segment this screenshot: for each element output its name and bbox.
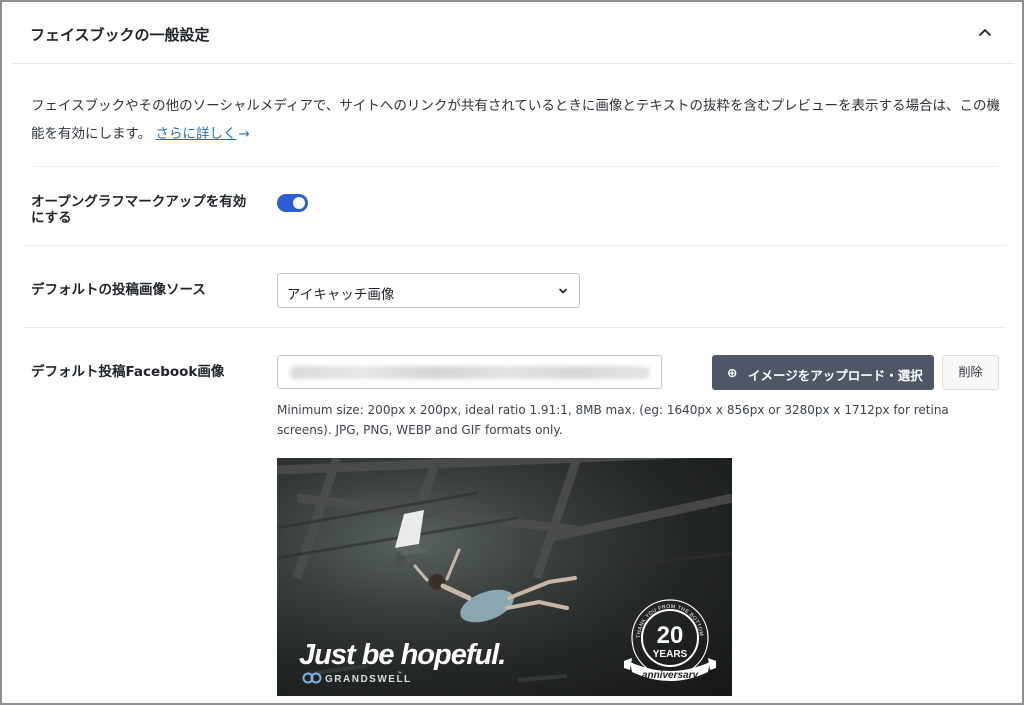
- brand-trademark: ™: [397, 671, 402, 677]
- panel-description: フェイスブックやその他のソーシャルメディアで、サイトへのリンクが共有されていると…: [31, 92, 1003, 148]
- roof-beam: [277, 458, 695, 475]
- falling-figure: [413, 548, 577, 623]
- blurred-url-text: [290, 366, 650, 379]
- image-source-label: デフォルトの投稿画像ソース: [31, 282, 206, 298]
- image-source-select[interactable]: アイキャッチ画像: [277, 273, 580, 308]
- og-markup-toggle[interactable]: [277, 194, 308, 212]
- image-help-text: Minimum size: 200px x 200px, ideal ratio…: [277, 403, 949, 437]
- plus-circle-icon: ⊕: [727, 365, 738, 380]
- divider: [33, 166, 998, 167]
- divider: [24, 327, 1006, 328]
- chevron-down-icon: [559, 288, 567, 294]
- badge-years: YEARS: [653, 649, 688, 660]
- badge-ribbon-text: anniversary: [642, 670, 699, 681]
- facebook-image-preview: Just be hopeful. GRANDSWELL ™ THANK YOU …: [277, 458, 732, 696]
- roof-beam: [532, 458, 582, 580]
- image-url-input[interactable]: [277, 355, 662, 389]
- roof-beam: [296, 493, 578, 535]
- learn-more-link[interactable]: さらに詳しく: [155, 126, 236, 142]
- panel-title: フェイスブックの一般設定: [30, 26, 210, 44]
- upload-button-label: イメージをアップロード・選択: [748, 368, 923, 383]
- toggle-knob: [293, 197, 305, 209]
- arrow-right-icon: →: [238, 126, 250, 142]
- preview-headline: Just be hopeful.: [299, 639, 505, 671]
- roof-beam: [546, 493, 732, 543]
- settings-frame: フェイスブックの一般設定 フェイスブックやその他のソーシャルメディアで、サイトへ…: [0, 0, 1024, 705]
- preview-illustration: Just be hopeful. GRANDSWELL ™ THANK YOU …: [277, 458, 732, 685]
- delete-image-button[interactable]: 削除: [942, 355, 999, 390]
- divider: [24, 245, 1006, 246]
- og-markup-label: オープングラフマークアップを有効 にする: [31, 194, 247, 226]
- upload-select-image-button[interactable]: ⊕ イメージをアップロード・選択: [712, 355, 934, 390]
- panel-header: フェイスブックの一般設定: [12, 4, 1014, 64]
- image-source-value: アイキャッチ画像: [287, 287, 395, 303]
- default-image-label: デフォルト投稿Facebook画像: [31, 364, 225, 380]
- skylight-window: [395, 510, 424, 548]
- badge-number: 20: [657, 622, 684, 649]
- collapse-button[interactable]: [974, 22, 996, 44]
- chevron-up-icon: [979, 29, 991, 36]
